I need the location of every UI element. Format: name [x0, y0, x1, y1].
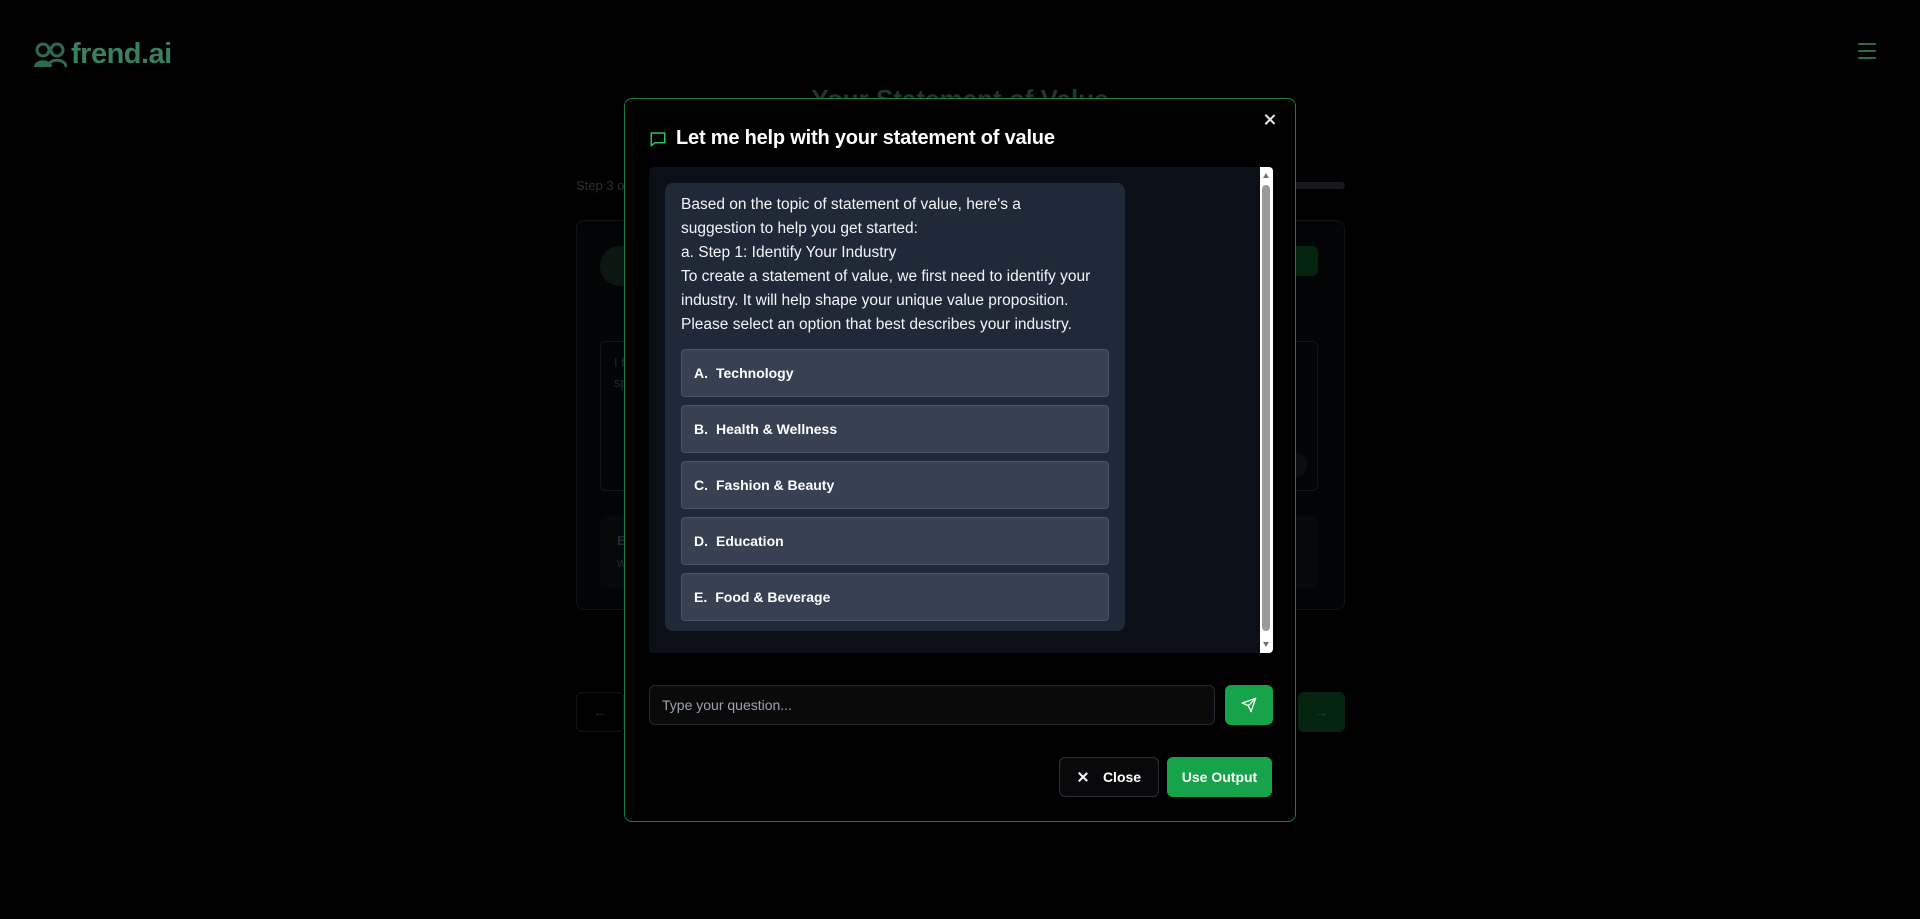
close-button-label: Close — [1102, 769, 1142, 785]
send-icon — [1241, 697, 1257, 713]
next-button[interactable]: → — [1298, 692, 1345, 732]
send-button[interactable] — [1225, 685, 1273, 725]
use-output-label: Use Output — [1181, 769, 1258, 785]
use-output-button[interactable]: Use Output — [1167, 757, 1272, 797]
option-label: Food & Beverage — [715, 589, 831, 605]
question-input[interactable] — [649, 685, 1215, 725]
option-label: Technology — [716, 365, 794, 381]
industry-options: A. Technology B. Health & Wellness C. Fa… — [681, 349, 1109, 621]
users-logo-icon — [34, 42, 67, 67]
scroll-down-arrow-icon[interactable] — [1263, 642, 1269, 647]
option-fashion-beauty[interactable]: C. Fashion & Beauty — [681, 461, 1109, 509]
step-indicator: Step 3 o — [576, 178, 625, 193]
close-button[interactable]: Close — [1059, 757, 1159, 797]
chat-scrollbar[interactable] — [1260, 167, 1273, 653]
modal-title: Let me help with your statement of value — [676, 127, 1055, 149]
close-icon[interactable] — [1262, 112, 1278, 128]
option-education[interactable]: D. Education — [681, 517, 1109, 565]
hamburger-menu-icon[interactable] — [1858, 43, 1876, 59]
assistant-message: Based on the topic of statement of value… — [665, 183, 1125, 631]
question-input-row — [649, 685, 1273, 725]
option-health-wellness[interactable]: B. Health & Wellness — [681, 405, 1109, 453]
scroll-up-arrow-icon[interactable] — [1263, 173, 1269, 178]
option-label: Education — [716, 533, 784, 549]
modal-header: Let me help with your statement of value — [649, 127, 1055, 150]
option-label: Fashion & Beauty — [716, 477, 835, 493]
close-x-icon — [1077, 771, 1089, 783]
previous-button[interactable]: ← — [576, 692, 624, 732]
chat-area[interactable]: Based on the topic of statement of value… — [649, 167, 1273, 653]
option-food-beverage[interactable]: E. Food & Beverage — [681, 573, 1109, 621]
scroll-thumb[interactable] — [1262, 185, 1270, 631]
modal-footer: Close Use Output — [1059, 757, 1272, 797]
arrow-right-icon: → — [1314, 704, 1329, 720]
arrow-left-icon: ← — [593, 704, 607, 720]
message-text: Based on the topic of statement of value… — [681, 196, 1091, 333]
assistant-modal: Let me help with your statement of value… — [624, 98, 1296, 822]
message-square-icon — [650, 131, 666, 146]
logo[interactable]: frend.ai — [33, 38, 172, 71]
option-technology[interactable]: A. Technology — [681, 349, 1109, 397]
option-label: Health & Wellness — [716, 421, 838, 437]
logo-text: frend.ai — [71, 38, 172, 70]
